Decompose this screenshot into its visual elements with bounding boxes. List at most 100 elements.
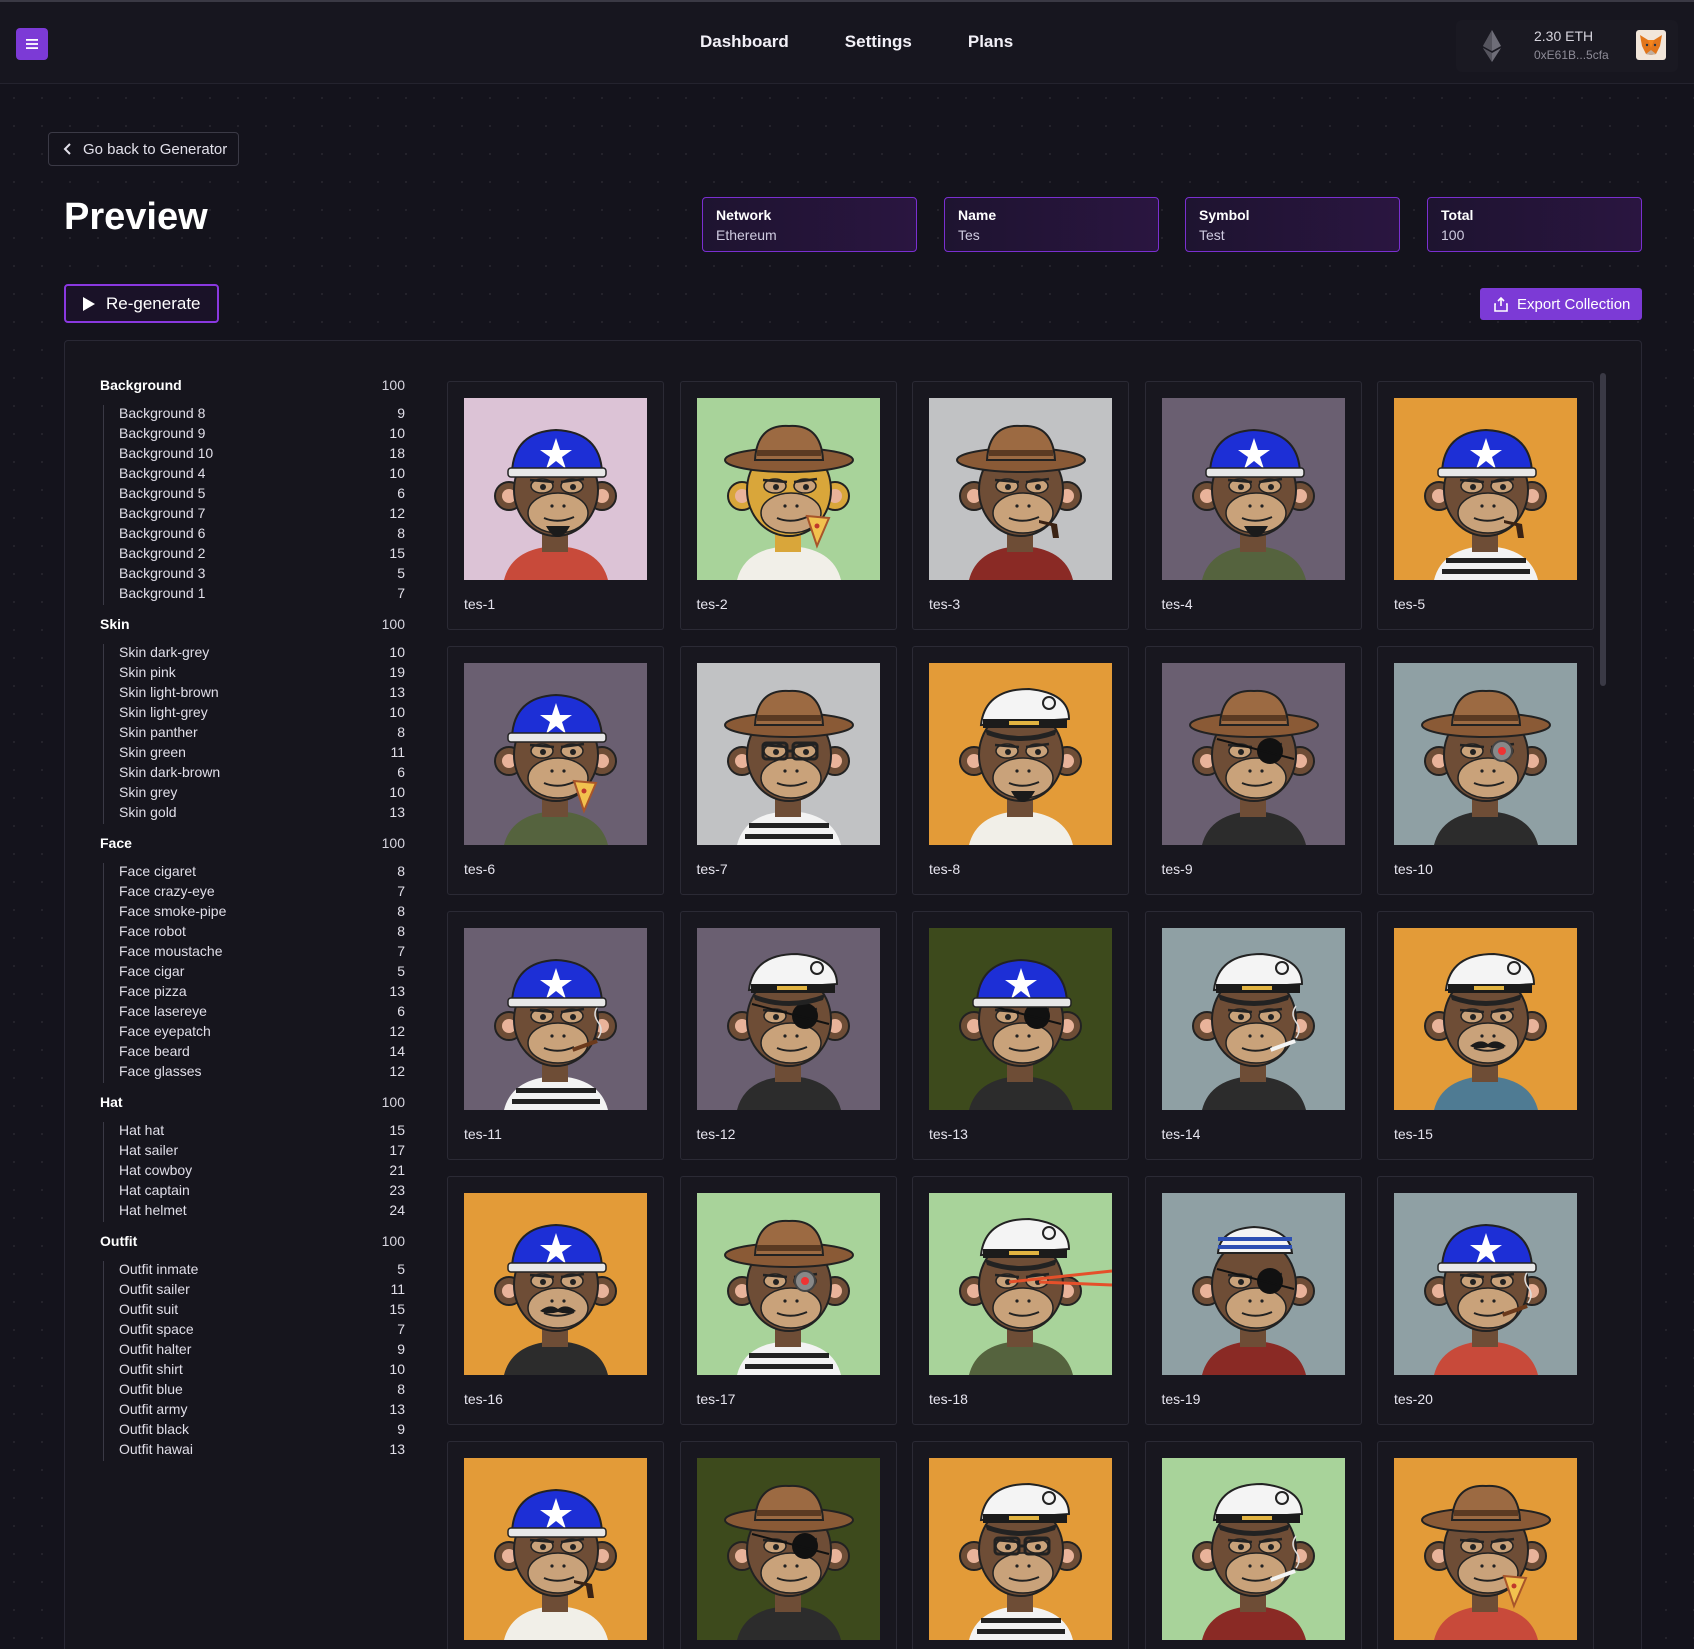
nft-card[interactable]: [912, 1441, 1129, 1649]
trait-row[interactable]: Face glasses 12: [119, 1063, 405, 1083]
nft-card[interactable]: tes-8: [912, 646, 1129, 895]
trait-row[interactable]: Outfit inmate 5: [119, 1261, 405, 1281]
trait-row[interactable]: Outfit space 7: [119, 1321, 405, 1341]
trait-category-total: 100: [381, 835, 405, 851]
nft-card[interactable]: [679, 1441, 897, 1649]
trait-row[interactable]: Outfit suit 15: [119, 1301, 405, 1321]
trait-category-header[interactable]: Background 100: [100, 377, 405, 397]
nft-card[interactable]: [1377, 1441, 1594, 1649]
nav-dashboard[interactable]: Dashboard: [700, 32, 789, 52]
nft-card[interactable]: tes-3: [912, 381, 1129, 630]
nft-card[interactable]: tes-11: [447, 911, 664, 1160]
trait-row[interactable]: Skin pink 19: [119, 664, 405, 684]
trait-name: Hat helmet: [119, 1202, 187, 1218]
trait-row[interactable]: Background 1 7: [119, 585, 405, 605]
trait-row[interactable]: Face cigar 5: [119, 963, 405, 983]
trait-row[interactable]: Hat captain 23: [119, 1182, 405, 1202]
trait-row[interactable]: Skin grey 10: [119, 784, 405, 804]
trait-row[interactable]: Face robot 8: [119, 923, 405, 943]
trait-row[interactable]: Skin panther 8: [119, 724, 405, 744]
trait-row[interactable]: Skin dark-brown 6: [119, 764, 405, 784]
trait-row[interactable]: Outfit blue 8: [119, 1381, 405, 1401]
export-collection-button[interactable]: Export Collection: [1480, 288, 1642, 320]
nft-card[interactable]: tes-13: [912, 911, 1129, 1160]
trait-row[interactable]: Background 6 8: [119, 525, 405, 545]
nft-card[interactable]: tes-14: [1144, 911, 1362, 1160]
trait-row[interactable]: Skin light-brown 13: [119, 684, 405, 704]
nft-card[interactable]: tes-15: [1377, 911, 1594, 1160]
trait-row[interactable]: Hat cowboy 21: [119, 1162, 405, 1182]
nft-image: [1161, 1458, 1345, 1640]
trait-row[interactable]: Face moustache 7: [119, 943, 405, 963]
trait-row[interactable]: Outfit sailer 11: [119, 1281, 405, 1301]
nft-card[interactable]: tes-9: [1144, 646, 1362, 895]
regenerate-button[interactable]: Re-generate: [64, 284, 219, 323]
metamask-avatar[interactable]: [1636, 30, 1666, 60]
wallet-widget[interactable]: 2.30 ETH 0xE61B...5cfa: [1456, 20, 1678, 72]
nft-card[interactable]: tes-17: [679, 1176, 897, 1425]
nft-card[interactable]: tes-1: [447, 381, 664, 630]
trait-row[interactable]: Background 5 6: [119, 485, 405, 505]
nft-image-art: [1394, 928, 1577, 1110]
trait-row[interactable]: Outfit army 13: [119, 1401, 405, 1421]
trait-row[interactable]: Face crazy-eye 7: [119, 883, 405, 903]
nft-card[interactable]: [447, 1441, 664, 1649]
trait-row[interactable]: Background 8 9: [119, 405, 405, 425]
trait-row[interactable]: Face eyepatch 12: [119, 1023, 405, 1043]
nav-settings[interactable]: Settings: [845, 32, 912, 52]
nft-card[interactable]: tes-16: [447, 1176, 664, 1425]
trait-row[interactable]: Skin gold 13: [119, 804, 405, 824]
nft-name: tes-8: [929, 861, 961, 877]
trait-row[interactable]: Background 3 5: [119, 565, 405, 585]
trait-category-header[interactable]: Face 100: [100, 835, 405, 855]
trait-count: 7: [397, 585, 405, 601]
nft-card[interactable]: tes-7: [679, 646, 897, 895]
trait-row[interactable]: Face cigaret 8: [119, 863, 405, 883]
menu-button[interactable]: [16, 28, 48, 60]
trait-row[interactable]: Background 7 12: [119, 505, 405, 525]
trait-row[interactable]: Face lasereye 6: [119, 1003, 405, 1023]
trait-category-header[interactable]: Skin 100: [100, 616, 405, 636]
trait-count: 12: [389, 1023, 405, 1039]
stat-label: Network: [716, 207, 772, 223]
trait-row[interactable]: Background 2 15: [119, 545, 405, 565]
trait-count: 12: [389, 505, 405, 521]
scrollbar[interactable]: [1600, 373, 1606, 686]
nft-name: tes-15: [1394, 1126, 1433, 1142]
trait-name: Outfit blue: [119, 1381, 183, 1397]
trait-row[interactable]: Background 9 10: [119, 425, 405, 445]
trait-row[interactable]: Hat helmet 24: [119, 1202, 405, 1222]
trait-row[interactable]: Outfit shirt 10: [119, 1361, 405, 1381]
nft-card[interactable]: tes-12: [679, 911, 897, 1160]
nav-plans[interactable]: Plans: [968, 32, 1013, 52]
trait-row[interactable]: Outfit halter 9: [119, 1341, 405, 1361]
back-to-generator-button[interactable]: Go back to Generator: [48, 132, 239, 166]
nft-card[interactable]: tes-18: [912, 1176, 1129, 1425]
trait-count: 8: [397, 525, 405, 541]
trait-category-header[interactable]: Hat 100: [100, 1094, 405, 1114]
trait-category: Hat 100 Hat hat 15 Hat sailer 17 Hat cowboy 21 H…: [100, 1094, 405, 1222]
trait-row[interactable]: Background 4 10: [119, 465, 405, 485]
trait-category-header[interactable]: Outfit 100: [100, 1233, 405, 1253]
nft-card[interactable]: tes-6: [447, 646, 664, 895]
trait-row[interactable]: Face smoke-pipe 8: [119, 903, 405, 923]
nft-card[interactable]: [1144, 1441, 1362, 1649]
trait-row[interactable]: Skin light-grey 10: [119, 704, 405, 724]
nft-card[interactable]: tes-19: [1144, 1176, 1362, 1425]
trait-row[interactable]: Hat sailer 17: [119, 1142, 405, 1162]
nft-image: [1161, 663, 1345, 845]
trait-row[interactable]: Skin dark-grey 10: [119, 644, 405, 664]
trait-row[interactable]: Skin green 11: [119, 744, 405, 764]
trait-row[interactable]: Face pizza 13: [119, 983, 405, 1003]
trait-row[interactable]: Hat hat 15: [119, 1122, 405, 1142]
nft-card[interactable]: tes-5: [1377, 381, 1594, 630]
nft-card[interactable]: tes-4: [1144, 381, 1362, 630]
nft-card[interactable]: tes-20: [1377, 1176, 1594, 1425]
trait-row[interactable]: Outfit black 9: [119, 1421, 405, 1441]
trait-row[interactable]: Background 10 18: [119, 445, 405, 465]
trait-row[interactable]: Outfit hawai 13: [119, 1441, 405, 1461]
trait-row[interactable]: Face beard 14: [119, 1043, 405, 1063]
nft-card[interactable]: tes-2: [679, 381, 897, 630]
nft-card[interactable]: tes-10: [1377, 646, 1594, 895]
nft-image-art: [1394, 663, 1577, 845]
